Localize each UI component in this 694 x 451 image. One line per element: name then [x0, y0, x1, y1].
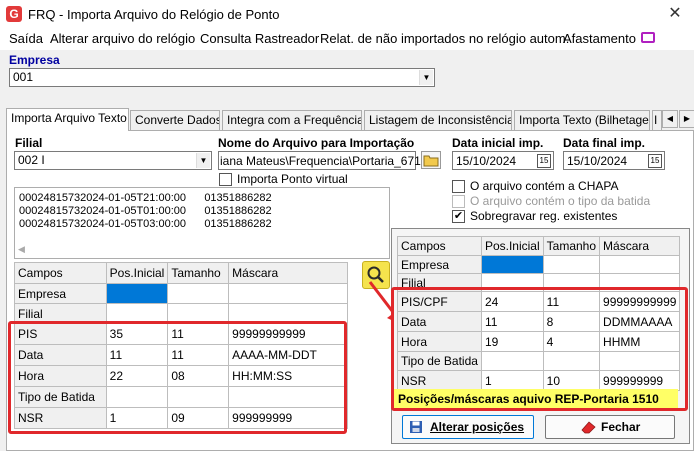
table-row[interactable]: Empresa — [397, 255, 681, 274]
arquivo-label: Nome do Arquivo para Importação — [218, 136, 415, 150]
menu-relat-nao-importados[interactable]: Relat. de não importados no relógio auto… — [320, 31, 569, 46]
alterar-posicoes-label: Alterar posições — [430, 420, 525, 434]
menu-saida[interactable]: Saída — [9, 31, 43, 46]
tipo-batida-checkbox[interactable] — [452, 195, 465, 208]
calendar-icon[interactable]: 15 — [537, 154, 551, 168]
filial-label: Filial — [15, 136, 43, 150]
grid-cell: Empresa — [397, 255, 482, 274]
chapa-checkbox[interactable] — [452, 180, 465, 193]
chevron-down-icon[interactable]: ▼ — [419, 70, 433, 85]
popup-highlight-box — [391, 287, 688, 411]
grid-header: Máscara — [599, 236, 681, 256]
file-preview[interactable]: 00024815732024-01-05T21:00:00 0135188628… — [14, 187, 390, 259]
data-final-input[interactable]: 15/10/2024 15 — [563, 151, 665, 170]
data-final-value: 15/10/2024 — [567, 154, 628, 168]
data-final-label: Data final imp. — [563, 136, 646, 150]
calendar-icon[interactable]: 15 — [648, 154, 662, 168]
tab-next-icon[interactable]: ▶ — [679, 110, 694, 128]
tab-converte-dados[interactable]: Converte Dados — [130, 110, 220, 130]
arquivo-value: iana Mateus\Frequencia\Portaria_671.txt — [220, 154, 437, 168]
tab-listagem-inconsistencias[interactable]: Listagem de Inconsistências — [364, 110, 512, 130]
chevron-down-icon[interactable]: ▼ — [196, 153, 210, 168]
menu-alterar-arquivo[interactable]: Alterar arquivo do relógio — [50, 31, 195, 46]
fechar-label: Fechar — [601, 420, 641, 434]
grid-header: Tamanho — [167, 262, 230, 284]
grid-header: Campos — [14, 262, 107, 284]
data-inicial-input[interactable]: 15/10/2024 15 — [452, 151, 554, 170]
tab-prev-icon[interactable]: ◀ — [662, 110, 678, 128]
grid-cell[interactable] — [228, 283, 348, 304]
grid-cell[interactable] — [167, 283, 230, 304]
grid-header: Pos.Inicial — [480, 236, 544, 256]
fechar-button[interactable]: Fechar — [545, 415, 675, 439]
grid-cell[interactable] — [480, 255, 544, 274]
ponto-virtual-checkbox[interactable] — [219, 173, 232, 186]
grid-cell[interactable] — [542, 255, 601, 274]
grid-cell[interactable] — [599, 255, 681, 274]
scroll-left-icon[interactable]: ◀ — [18, 244, 25, 255]
sobregravar-checkbox[interactable]: ✔ — [452, 210, 465, 223]
open-folder-button[interactable] — [421, 151, 441, 169]
data-inicial-label: Data inicial imp. — [452, 136, 544, 150]
preview-line: 00024815732024-01-05T21:00:00 0135188628… — [19, 192, 272, 204]
grid-header: Máscara — [228, 262, 348, 284]
grid-header: Pos.Inicial — [105, 262, 169, 284]
preview-line: 00024815732024-01-05T01:00:00 0135188628… — [19, 205, 272, 217]
window-title: FRQ - Importa Arquivo do Relógio de Pont… — [28, 7, 280, 22]
data-inicial-value: 15/10/2024 — [456, 154, 517, 168]
tipo-batida-label: O arquivo contém o tipo da batida — [470, 194, 651, 208]
ponto-virtual-label: Importa Ponto virtual — [237, 172, 348, 186]
table-row[interactable]: Empresa — [14, 283, 348, 304]
highlight-box — [8, 321, 347, 434]
folder-icon — [423, 155, 439, 167]
save-icon — [410, 421, 422, 433]
eraser-icon — [581, 421, 596, 434]
tab-importa-arquivo-texto[interactable]: Importa Arquivo Texto — [6, 108, 129, 131]
monitor-icon[interactable] — [641, 32, 655, 43]
tab-integra-frequencia[interactable]: Integra com a Frequência — [222, 110, 362, 130]
tab-bar: Importa Arquivo Texto Converte Dados Int… — [6, 108, 694, 131]
grid-header: Tamanho — [542, 236, 601, 256]
empresa-select[interactable]: 001 ▼ — [9, 68, 435, 87]
filial-value: 002 I — [18, 153, 45, 167]
empresa-value: 001 — [13, 70, 34, 84]
close-window-button[interactable]: ✕ — [660, 4, 690, 24]
menu-consulta-rastreador[interactable]: Consulta Rastreador — [200, 31, 319, 46]
grid-cell: Empresa — [14, 283, 107, 304]
menu-afastamento[interactable]: Afastamento — [563, 31, 636, 46]
sobregravar-label: Sobregravar reg. existentes — [470, 209, 618, 223]
alterar-posicoes-button[interactable]: Alterar posições — [402, 415, 534, 439]
tab-overflow[interactable]: I — [652, 110, 662, 130]
arquivo-input[interactable]: iana Mateus\Frequencia\Portaria_671.txt — [218, 151, 437, 170]
empresa-label: Empresa — [9, 53, 60, 67]
chapa-label: O arquivo contém a CHAPA — [470, 179, 619, 193]
grid-cell[interactable] — [105, 283, 169, 304]
app-icon: G — [6, 6, 22, 22]
tab-importa-texto-bilhetagem[interactable]: Importa Texto (Bilhetagem) — [514, 110, 650, 130]
filial-select[interactable]: 002 I ▼ — [14, 151, 212, 170]
grid-header: Campos — [397, 236, 482, 256]
preview-line: 00024815732024-01-05T03:00:00 0135188628… — [19, 218, 272, 230]
